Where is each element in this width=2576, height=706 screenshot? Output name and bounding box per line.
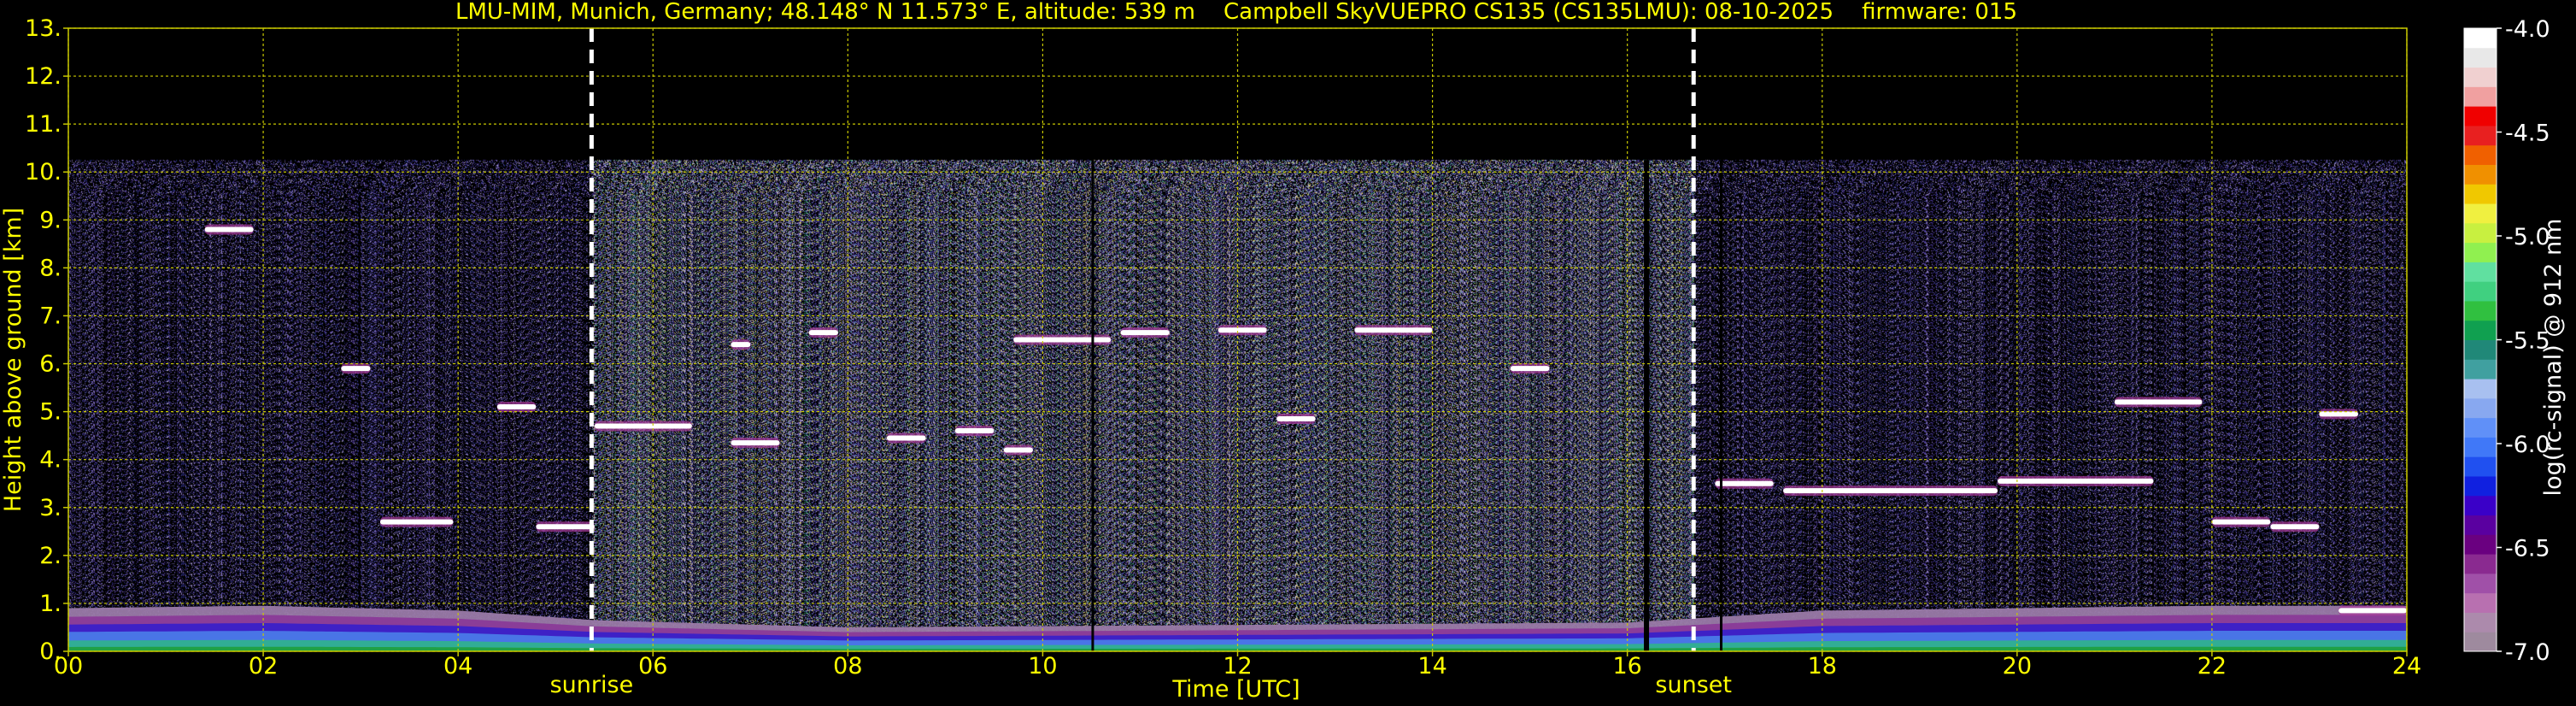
colorbar-segment [2464, 417, 2497, 438]
data-gap [1644, 160, 1650, 651]
colorbar-segment [2464, 475, 2497, 497]
colorbar-segment [2464, 495, 2497, 516]
colorbar-segment [2464, 86, 2497, 107]
colorbar-segment [2464, 125, 2497, 146]
cloud-layer [1120, 330, 1170, 336]
colorbar-segment [2464, 397, 2497, 419]
y-tick-label: 2. [39, 543, 62, 569]
y-tick-label: 8. [39, 255, 62, 281]
colorbar-segment [2464, 222, 2497, 244]
y-tick-label: 13. [25, 15, 62, 42]
colorbar-tick-label: -7.0 [2505, 639, 2550, 666]
cloud-layer [536, 524, 595, 530]
cloud-layer [1276, 416, 1316, 422]
x-tick-label: 24 [2392, 653, 2421, 680]
y-tick-label: 6. [39, 351, 62, 378]
cloud-layer [886, 435, 926, 441]
cloud-layer [731, 440, 780, 446]
colorbar-segment [2464, 106, 2497, 126]
y-tick-label: 1. [39, 591, 62, 617]
cloud-layer [1783, 488, 1998, 494]
colorbar-segment [2464, 359, 2497, 379]
chart-title: LMU-MIM, Munich, Germany; 48.148° N 11.5… [455, 0, 2017, 25]
cloud-layer [1998, 478, 2154, 484]
colorbar-segment [2464, 164, 2497, 185]
x-tick-label: 02 [249, 653, 278, 680]
x-tick-label: 16 [1612, 653, 1641, 680]
colorbar-segment [2464, 592, 2497, 613]
x-tick-label: 20 [2003, 653, 2032, 680]
colorbar-segment [2464, 242, 2497, 262]
colorbar-segment [2464, 144, 2497, 165]
cloud-layer [2211, 519, 2271, 525]
colorbar-segment [2464, 379, 2497, 399]
y-axis-label: Height above ground [km] [0, 208, 26, 512]
colorbar-tick-label: -4.0 [2505, 16, 2550, 43]
marker-label-sunset: sunset [1655, 672, 1732, 698]
cloud-layer [204, 227, 254, 232]
cloud-layer [731, 342, 751, 348]
cloud-layer [2114, 399, 2203, 405]
cloud-layer [379, 519, 454, 525]
colorbar-segment [2464, 554, 2497, 574]
colorbar-segment [2464, 515, 2497, 535]
cloud-layer [2338, 608, 2407, 614]
y-tick-label: 0. [39, 638, 62, 665]
cloud-layer [1013, 337, 1112, 343]
colorbar-segment [2464, 573, 2497, 594]
x-tick-label: 14 [1417, 653, 1446, 680]
colorbar-segment [2464, 281, 2497, 302]
colorbar-segment [2464, 67, 2497, 87]
colorbar-segment [2464, 339, 2497, 360]
x-tick-label: 10 [1028, 653, 1057, 680]
colorbar-segment [2464, 203, 2497, 224]
colorbar-segment [2464, 534, 2497, 555]
cloud-layer [341, 366, 371, 372]
data-gap [1720, 160, 1723, 651]
cloud-layer [1715, 480, 1774, 486]
data-gap [1091, 160, 1094, 651]
colorbar-tick-label: -6.5 [2505, 536, 2550, 562]
colorbar-segment [2464, 28, 2497, 49]
cloud-layer [496, 404, 537, 410]
cloud-layer [808, 330, 838, 336]
y-tick-label: 3. [39, 495, 62, 521]
colorbar-segment [2464, 300, 2497, 321]
colorbar-segment [2464, 456, 2497, 477]
cloud-layer [594, 423, 692, 429]
cloud-layer [2270, 524, 2320, 530]
colorbar-segment [2464, 437, 2497, 457]
ceilometer-chart: sunrise sunset 00 02 04 06 08 10 12 14 16 18 20 22 24… [0, 0, 2576, 706]
cloud-layer [1354, 327, 1433, 333]
colorbar-segment [2464, 184, 2497, 204]
colorbar-tick-label: -4.5 [2505, 121, 2550, 147]
colorbar-segment [2464, 320, 2497, 340]
x-tick-label: 08 [833, 653, 862, 680]
marker-label-sunrise: sunrise [550, 672, 634, 698]
x-tick-label: 18 [1808, 653, 1837, 680]
x-tick-label: 22 [2198, 653, 2227, 680]
y-tick-label: 7. [39, 303, 62, 329]
colorbar-segment [2464, 612, 2497, 632]
y-tick-label: 5. [39, 399, 62, 426]
x-tick-label: 04 [443, 653, 472, 680]
colorbar-segment [2464, 262, 2497, 282]
cloud-layer [2319, 411, 2358, 417]
cloud-layer [1510, 366, 1550, 372]
cloud-layer [1003, 447, 1034, 453]
colorbar-label: log(rc-signal) @ 912 nm [2540, 219, 2567, 497]
x-tick-label: 06 [638, 653, 667, 680]
cloud-layer [1218, 327, 1267, 333]
y-tick-label: 9. [39, 207, 62, 233]
colorbar-segment [2464, 632, 2497, 652]
y-tick-label: 10. [25, 159, 62, 185]
colorbar-segment [2464, 47, 2497, 68]
y-tick-label: 11. [25, 111, 62, 138]
cloud-layer [954, 428, 995, 434]
x-axis-label: Time [UTC] [1171, 676, 1300, 703]
y-tick-label: 4. [39, 447, 62, 474]
y-tick-label: 12. [25, 63, 62, 90]
